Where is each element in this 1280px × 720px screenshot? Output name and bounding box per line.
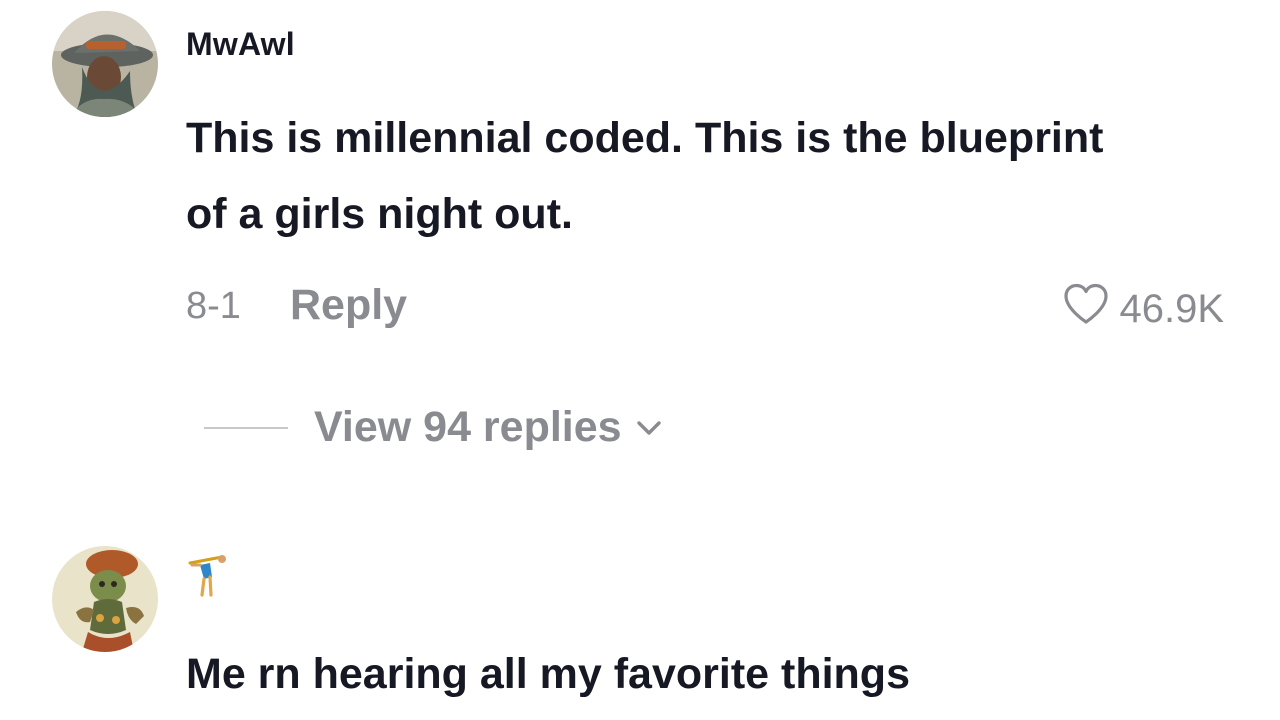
like-count: 46.9K <box>1119 286 1224 331</box>
comment-text-line: Me rn hearing all my favorite things <box>186 650 910 698</box>
view-replies-button[interactable]: View 94 replies <box>204 403 662 452</box>
reply-button[interactable]: Reply <box>290 281 407 330</box>
like-button[interactable]: 46.9K <box>1063 283 1224 335</box>
comment-text-line: This is millennial coded. This is the bl… <box>186 114 1104 162</box>
comment-text: This is millennial coded. This is the bl… <box>186 100 1246 252</box>
username[interactable]: MwAwl <box>186 26 295 63</box>
chevron-down-icon <box>636 419 662 442</box>
heart-outline-icon <box>1063 283 1109 335</box>
gymnast-emoji-icon[interactable] <box>184 553 228 604</box>
replies-divider <box>204 426 288 429</box>
view-replies-label: View 94 replies <box>314 403 622 451</box>
avatar[interactable] <box>52 11 158 117</box>
avatar[interactable] <box>52 546 158 652</box>
comment-text-line: of a girls night out. <box>186 190 573 238</box>
avatar-image <box>52 11 158 117</box>
comment-date: 8-1 <box>186 285 241 327</box>
comment-text: Me rn hearing all my favorite things <box>186 636 1246 712</box>
avatar-image <box>52 546 158 652</box>
